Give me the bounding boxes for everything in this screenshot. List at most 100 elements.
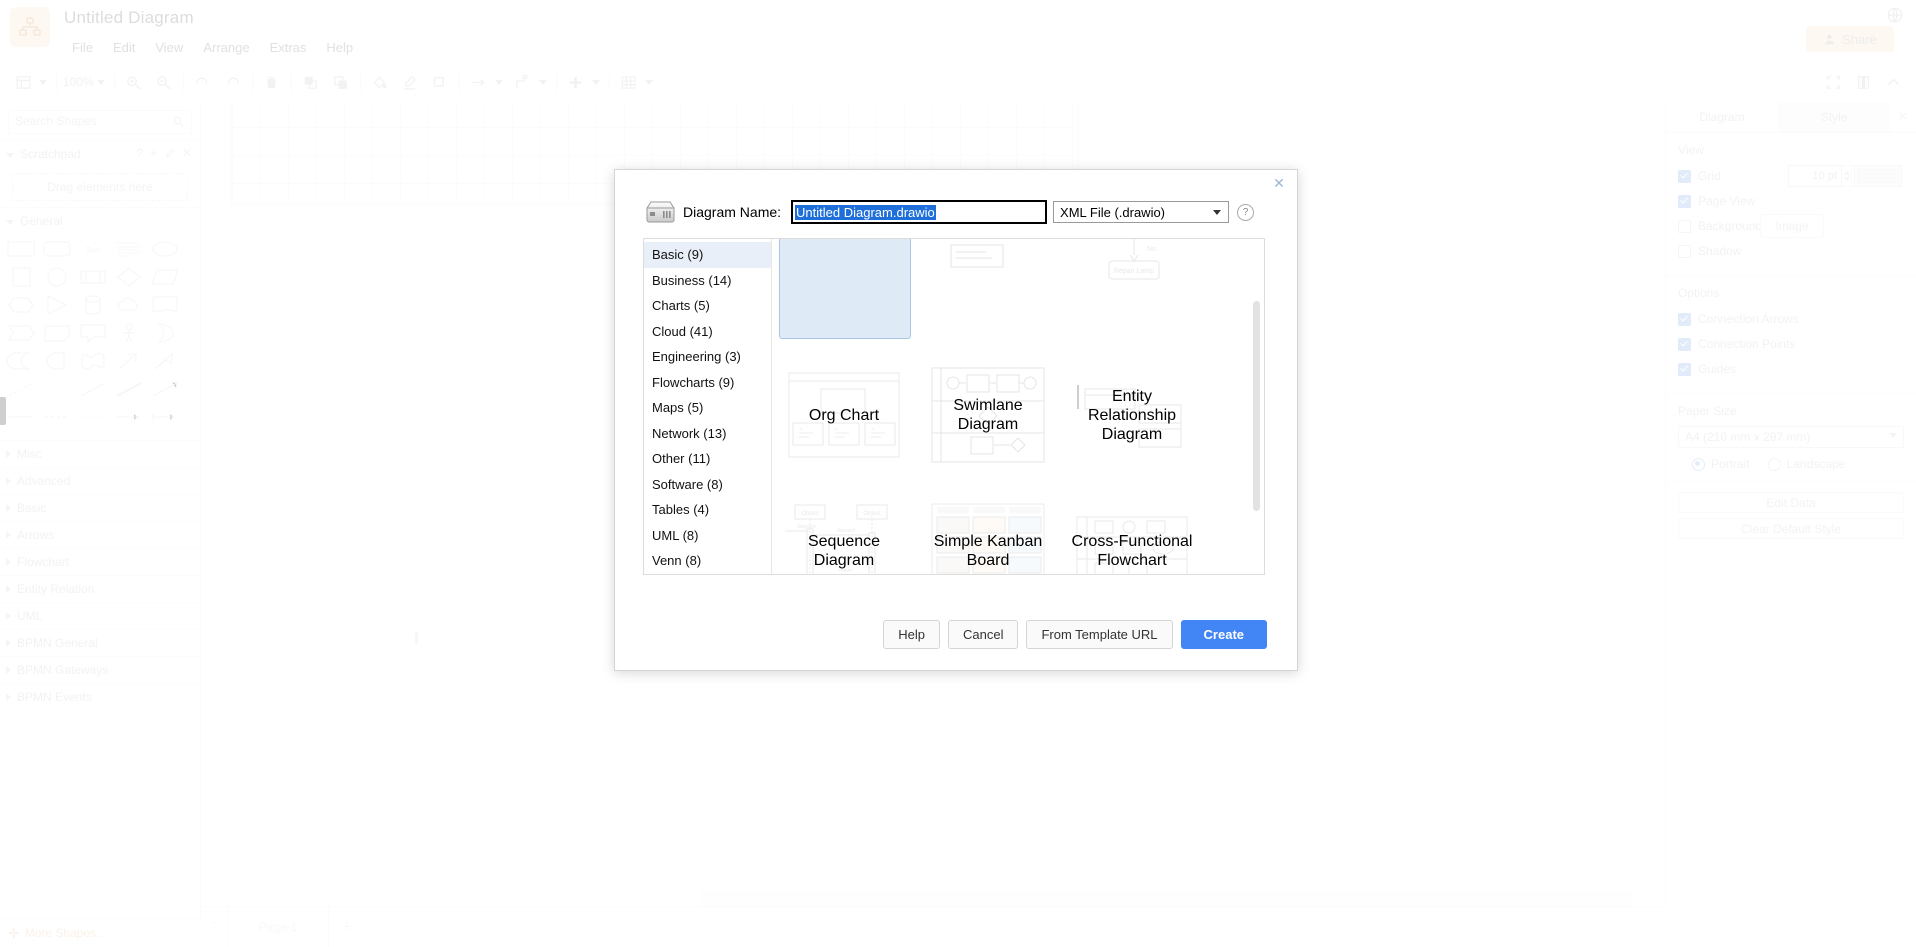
scratchpad-dropzone[interactable]: Drag elements here xyxy=(12,173,188,201)
close-icon[interactable]: ✕ xyxy=(1271,175,1287,191)
chevron-down-icon[interactable] xyxy=(96,79,105,85)
category-network[interactable]: Network (13) xyxy=(644,421,771,447)
shape-diamond[interactable] xyxy=(114,266,144,288)
edit-data-button[interactable]: Edit Data xyxy=(1678,492,1904,513)
sidebar-section-scratchpad[interactable]: Scratchpad ? + ✕ xyxy=(0,140,200,167)
clear-default-style-button[interactable]: Clear Default Style xyxy=(1678,518,1904,539)
globe-icon[interactable] xyxy=(1886,6,1904,24)
question-icon[interactable]: ? xyxy=(1237,203,1255,221)
edge-icon[interactable] xyxy=(508,62,538,102)
shape-text[interactable]: Text xyxy=(78,238,108,260)
tab-diagram[interactable]: Diagram xyxy=(1666,102,1778,132)
zoom-out-icon[interactable] xyxy=(149,62,179,102)
file-type-select[interactable]: XML File (.drawio) xyxy=(1053,201,1230,223)
template-grid-wrapper[interactable]: No Repair Lamp Org Chart Swimlane Diagra… xyxy=(772,239,1264,574)
more-shapes-button[interactable]: ✛ More Shapes... xyxy=(0,918,208,947)
fill-icon[interactable] xyxy=(365,62,395,102)
category-software[interactable]: Software (8) xyxy=(644,472,771,498)
shape-textbox[interactable] xyxy=(114,238,144,260)
format-panel-icon[interactable] xyxy=(1848,62,1878,102)
shape-arrow-up[interactable] xyxy=(114,350,144,372)
sidebar-item-misc[interactable]: Misc xyxy=(0,440,200,467)
sidebar-item-bpmn-events[interactable]: BPMN Events xyxy=(0,683,200,710)
shape-connector-5[interactable] xyxy=(150,406,180,428)
guides-checkbox[interactable] xyxy=(1678,362,1691,376)
template-notes[interactable] xyxy=(925,239,1055,337)
background-image-button[interactable]: Image xyxy=(1760,214,1824,238)
redo-icon[interactable] xyxy=(218,62,248,102)
shape-or[interactable] xyxy=(150,322,180,344)
category-basic[interactable]: Basic (9) xyxy=(644,242,771,268)
background-checkbox[interactable] xyxy=(1678,219,1691,233)
help-icon[interactable]: ? xyxy=(136,146,143,160)
diagram-name-input[interactable]: Untitled Diagram.drawio xyxy=(791,200,1048,224)
share-button[interactable]: Share xyxy=(1806,26,1894,52)
menu-view[interactable]: View xyxy=(145,38,193,57)
sidebar-item-bpmn-general[interactable]: BPMN General xyxy=(0,629,200,656)
shape-circle[interactable] xyxy=(42,266,72,288)
shape-triangle[interactable] xyxy=(42,294,72,316)
add-page-button[interactable]: + xyxy=(329,907,365,947)
zoom-in-icon[interactable] xyxy=(119,62,149,102)
shape-rounded-rectangle[interactable] xyxy=(42,238,72,260)
shape-hexagon[interactable] xyxy=(6,294,36,316)
template-cross-functional-flowchart[interactable]: Cross-Functional Flowchart xyxy=(1067,491,1197,574)
shape-actor[interactable] xyxy=(114,322,144,344)
grid-color-swatch[interactable] xyxy=(1854,165,1902,187)
chevron-down-icon[interactable] xyxy=(591,79,600,85)
page-tab-page-1[interactable]: Page-1 xyxy=(227,907,329,947)
category-uml[interactable]: UML (8) xyxy=(644,523,771,549)
template-flow[interactable]: No Repair Lamp xyxy=(1069,239,1199,337)
shape-wave[interactable] xyxy=(78,350,108,372)
template-scrollbar[interactable] xyxy=(1253,301,1260,511)
sidebar-item-uml[interactable]: UML xyxy=(0,602,200,629)
shadow-checkbox[interactable] xyxy=(1678,244,1691,258)
portrait-radio[interactable] xyxy=(1692,457,1705,471)
shape-line-arrow[interactable] xyxy=(150,378,180,400)
paper-size-select[interactable]: A4 (210 mm x 297 mm) xyxy=(1678,426,1904,448)
sidebar-item-advanced[interactable]: Advanced xyxy=(0,467,200,494)
fullscreen-icon[interactable] xyxy=(1818,62,1848,102)
menu-file[interactable]: File xyxy=(62,38,103,57)
menu-arrange[interactable]: Arrange xyxy=(193,38,259,57)
shape-connector-3[interactable] xyxy=(78,406,108,428)
template-blank-diagram[interactable] xyxy=(779,239,911,339)
template-sequence-diagram[interactable]: Object Object dispatch dispatch return S… xyxy=(779,491,909,574)
category-cloud[interactable]: Cloud (41) xyxy=(644,319,771,345)
landscape-radio[interactable] xyxy=(1767,457,1781,471)
shape-arrow-diag[interactable] xyxy=(150,350,180,372)
chevron-down-icon[interactable] xyxy=(538,79,547,85)
sidebar-item-arrows[interactable]: Arrows xyxy=(0,521,200,548)
sidebar-item-flowchart[interactable]: Flowchart xyxy=(0,548,200,575)
create-button[interactable]: Create xyxy=(1180,619,1267,649)
category-business[interactable]: Business (14) xyxy=(644,268,771,294)
shadow-icon[interactable] xyxy=(425,62,455,102)
zoom-level-label[interactable]: 100% xyxy=(61,75,96,89)
sidebar-item-bpmn-gateways[interactable]: BPMN Gateways xyxy=(0,656,200,683)
template-org-chart[interactable]: Org Chart xyxy=(779,355,909,475)
close-icon[interactable]: ✕ xyxy=(182,146,192,160)
sidebar-section-general[interactable]: General xyxy=(0,207,200,234)
shape-document[interactable] xyxy=(150,294,180,316)
shape-connector-4[interactable] xyxy=(114,406,144,428)
shape-callout[interactable] xyxy=(78,322,108,344)
category-venn[interactable]: Venn (8) xyxy=(644,548,771,574)
to-front-icon[interactable] xyxy=(296,62,326,102)
trash-icon[interactable] xyxy=(257,62,287,102)
category-charts[interactable]: Charts (5) xyxy=(644,293,771,319)
shape-line-thick[interactable] xyxy=(114,378,144,400)
grid-size-input[interactable]: 10 pt xyxy=(1788,165,1842,187)
shape-ellipse[interactable] xyxy=(150,238,180,260)
menu-edit[interactable]: Edit xyxy=(103,38,145,57)
canvas-handle[interactable] xyxy=(415,632,418,644)
connection-points-checkbox[interactable] xyxy=(1678,337,1691,351)
shape-line-dotted[interactable] xyxy=(42,378,72,400)
table-icon[interactable] xyxy=(614,62,644,102)
shape-cylinder[interactable] xyxy=(78,294,108,316)
tab-style[interactable]: Style xyxy=(1778,102,1890,132)
template-simple-kanban-board[interactable]: Simple Kanban Board xyxy=(923,491,1053,574)
arrow-icon[interactable] xyxy=(464,62,494,102)
template-entity-relationship-diagram[interactable]: Entity Relationship Diagram xyxy=(1067,355,1197,475)
shape-arc[interactable] xyxy=(42,350,72,372)
shape-line[interactable] xyxy=(78,378,108,400)
